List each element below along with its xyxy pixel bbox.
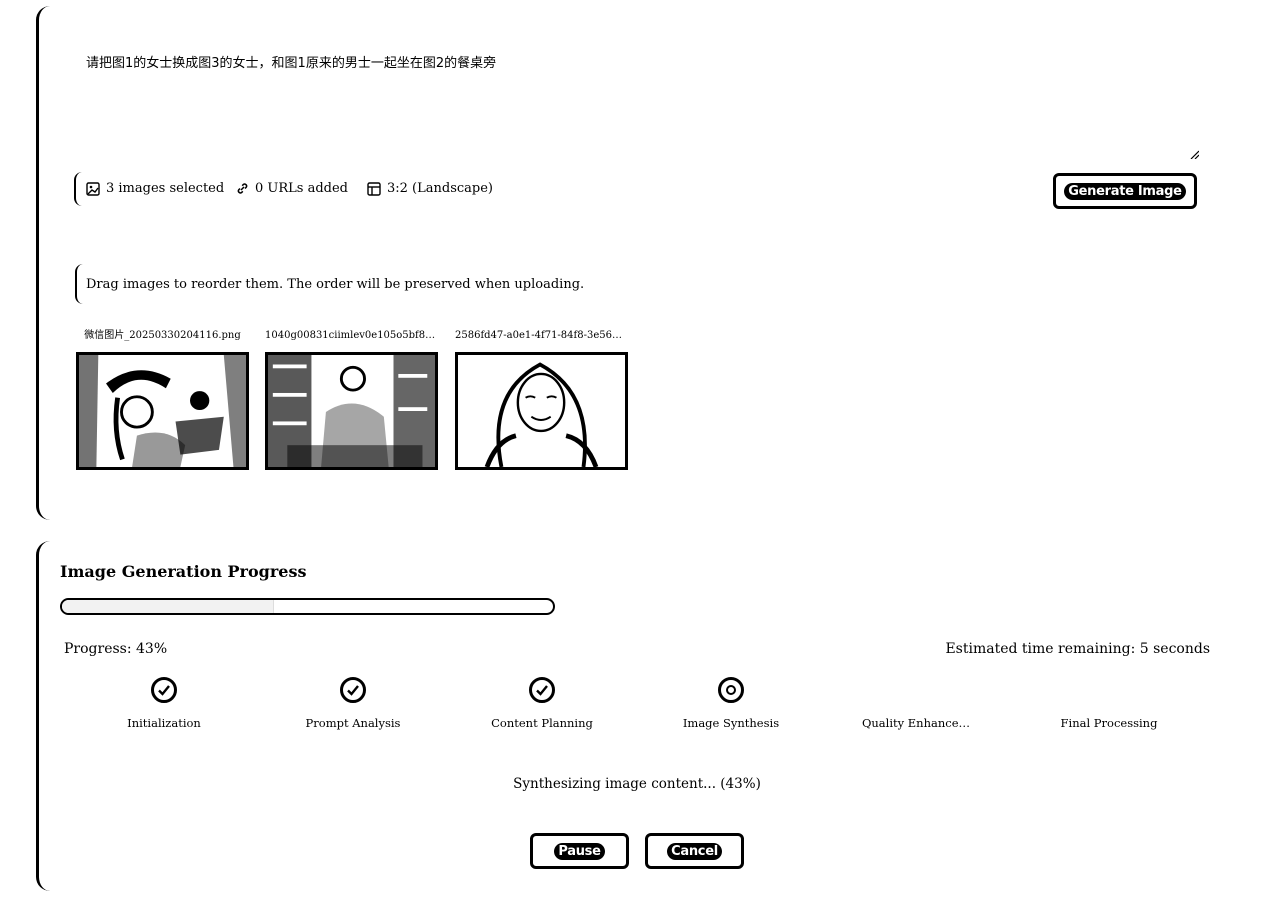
image-preview	[76, 352, 249, 470]
generate-image-label: Generate Image	[1064, 182, 1186, 200]
image-thumbnail[interactable]: 2586fd47-a0e1-4f71-84f8-3e569…	[455, 328, 628, 470]
images-selected-option[interactable]: 3 images selected	[86, 181, 224, 196]
image-filename: 2586fd47-a0e1-4f71-84f8-3e569…	[455, 330, 628, 341]
images-selected-text: 3 images selected	[106, 181, 225, 196]
radio-dot-icon	[718, 677, 744, 703]
progress-step-label: Final Processing	[1060, 716, 1158, 730]
image-filename: 微信图片_20250330204116.png	[84, 330, 241, 341]
urls-added-text: 0 URLs added	[255, 181, 348, 196]
progress-step: Quality Enhance…	[831, 677, 1001, 730]
progress-step: Image Synthesis	[646, 677, 816, 730]
pause-button[interactable]: Pause	[530, 833, 629, 869]
progress-step: Prompt Analysis	[268, 677, 438, 730]
progress-step: Content Planning	[457, 677, 627, 730]
progress-step-label: Image Synthesis	[682, 716, 780, 730]
progress-title: Image Generation Progress	[60, 562, 307, 581]
check-circle-icon	[529, 677, 555, 703]
link-icon	[237, 183, 248, 194]
image-preview	[455, 352, 628, 470]
reorder-hint: Drag images to reorder them. The order w…	[86, 277, 585, 292]
urls-added-option[interactable]: 0 URLs added	[236, 181, 348, 196]
progress-bar-fill	[62, 600, 275, 613]
image-thumbnail[interactable]: 微信图片_20250330204116.png	[76, 328, 249, 470]
cancel-label: Cancel	[667, 842, 722, 860]
check-circle-icon	[340, 677, 366, 703]
image-icon	[86, 181, 100, 196]
progress-step-label: Initialization	[127, 716, 201, 730]
progress-step: Initialization	[79, 677, 249, 730]
progress-bar	[60, 598, 555, 615]
prompt-textarea[interactable]: 请把图1的女士换成图3的女士，和图1原来的男士一起坐在图2的餐桌旁	[86, 56, 1198, 160]
progress-step-label: Prompt Analysis	[305, 716, 401, 730]
resize-grip-icon[interactable]	[1189, 149, 1199, 159]
pause-label: Pause	[554, 842, 605, 860]
image-thumbnail[interactable]: 1040g00831ciimlev0e105o5bf8e…	[265, 328, 438, 470]
cancel-button[interactable]: Cancel	[645, 833, 744, 869]
image-filename: 1040g00831ciimlev0e105o5bf8e…	[265, 330, 438, 341]
image-preview	[265, 352, 438, 470]
generate-image-button[interactable]: Generate Image	[1053, 173, 1197, 209]
aspect-ratio-text: 3:2 (Landscape)	[387, 181, 493, 196]
progress-percent-text: Progress: 43%	[64, 641, 168, 657]
check-circle-icon	[151, 677, 177, 703]
progress-step-label: Quality Enhance…	[861, 716, 971, 730]
progress-step: Final Processing	[1024, 677, 1194, 730]
progress-step-label: Content Planning	[491, 716, 593, 730]
eta-text: Estimated time remaining: 5 seconds	[945, 641, 1210, 657]
status-message: Synthesizing image content... (43%)	[513, 776, 761, 792]
aspect-ratio-option[interactable]: 3:2 (Landscape)	[367, 181, 493, 196]
layout-icon	[367, 181, 381, 196]
